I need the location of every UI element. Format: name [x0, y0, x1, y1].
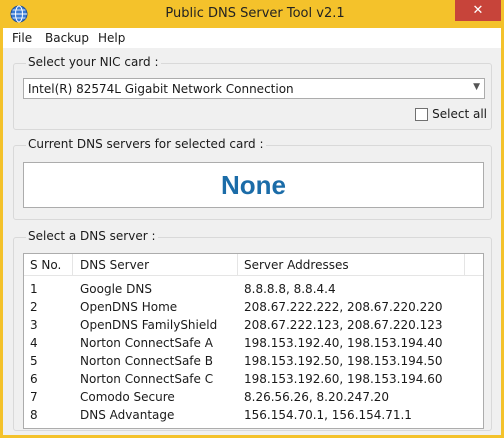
row-server-addresses: 198.153.192.50, 198.153.194.50: [244, 354, 443, 368]
close-icon: ✕: [472, 3, 484, 18]
close-button[interactable]: ✕: [455, 0, 501, 21]
current-dns-display: None: [23, 162, 484, 208]
row-sno: 2: [30, 300, 38, 314]
nic-group: Select your NIC card : Intel(R) 82574L G…: [13, 55, 492, 130]
row-dns-server: OpenDNS Home: [80, 300, 178, 314]
row-server-addresses: 8.26.56.26, 8.20.247.20: [244, 390, 390, 404]
column-header-dns-server[interactable]: DNS Server: [80, 258, 149, 272]
table-row[interactable]: 5 Norton ConnectSafe B 198.153.192.50, 198…: [24, 352, 483, 370]
row-sno: 4: [30, 336, 38, 350]
row-server-addresses: 156.154.70.1, 156.154.71.1: [244, 408, 412, 422]
row-sno: 1: [30, 282, 38, 296]
dns-list-label: Select a DNS server :: [26, 229, 158, 243]
row-sno: 6: [30, 372, 38, 386]
row-server-addresses: 208.67.222.222, 208.67.220.220: [244, 300, 443, 314]
row-server-addresses: 8.8.8.8, 8.8.4.4: [244, 282, 336, 296]
dns-server-list[interactable]: S No. DNS Server Server Addresses 1 Googl…: [23, 253, 484, 429]
row-dns-server: DNS Advantage: [80, 408, 175, 422]
menu-bar: File Backup Help: [3, 28, 501, 48]
select-all-checkbox[interactable]: [415, 107, 429, 121]
chevron-down-icon[interactable]: ▼: [473, 82, 480, 92]
app-window: Public DNS Server Tool v2.1 ✕ File Backu…: [0, 0, 504, 438]
column-separator[interactable]: [72, 254, 73, 276]
select-all-control[interactable]: Select all: [415, 106, 487, 122]
table-row[interactable]: 3 OpenDNS FamilyShield 208.67.222.123, 208…: [24, 316, 483, 334]
row-dns-server: Norton ConnectSafe A: [80, 336, 213, 350]
row-server-addresses: 198.153.192.40, 198.153.194.40: [244, 336, 443, 350]
menu-help[interactable]: Help: [98, 31, 125, 45]
row-server-addresses: 208.67.222.123, 208.67.220.123: [244, 318, 443, 332]
nic-select[interactable]: Intel(R) 82574L Gigabit Network Connecti…: [23, 78, 485, 99]
row-sno: 3: [30, 318, 38, 332]
row-dns-server: Comodo Secure: [80, 390, 175, 404]
table-row[interactable]: 2 OpenDNS Home 208.67.222.222, 208.67.220.…: [24, 298, 483, 316]
column-separator[interactable]: [237, 254, 238, 276]
row-sno: 7: [30, 390, 38, 404]
table-row[interactable]: 4 Norton ConnectSafe A 198.153.192.40, 198…: [24, 334, 483, 352]
row-sno: 5: [30, 354, 38, 368]
row-dns-server: OpenDNS FamilyShield: [80, 318, 218, 332]
column-header-sno[interactable]: S No.: [30, 258, 61, 272]
list-header: S No. DNS Server Server Addresses: [24, 254, 483, 276]
table-row[interactable]: 7 Comodo Secure 8.26.56.26, 8.20.247.20: [24, 388, 483, 406]
nic-selected-value: Intel(R) 82574L Gigabit Network Connecti…: [28, 82, 294, 96]
table-row[interactable]: 1 Google DNS 8.8.8.8, 8.8.4.4: [24, 280, 483, 298]
row-dns-server: Google DNS: [80, 282, 152, 296]
dns-list-group: Select a DNS server : S No. DNS Server S…: [13, 229, 492, 431]
column-header-server-addresses[interactable]: Server Addresses: [244, 258, 349, 272]
row-sno: 8: [30, 408, 38, 422]
nic-group-label: Select your NIC card :: [26, 55, 161, 69]
menu-backup[interactable]: Backup: [45, 31, 89, 45]
window-title: Public DNS Server Tool v2.1: [165, 6, 345, 21]
menu-file[interactable]: File: [12, 31, 32, 45]
current-dns-label: Current DNS servers for selected card :: [26, 137, 266, 151]
select-all-label: Select all: [432, 107, 487, 121]
table-row[interactable]: 6 Norton ConnectSafe C 198.153.192.60, 198…: [24, 370, 483, 388]
title-bar[interactable]: Public DNS Server Tool v2.1 ✕: [3, 0, 504, 28]
current-dns-value: None: [221, 169, 286, 200]
row-dns-server: Norton ConnectSafe C: [80, 372, 214, 386]
column-separator[interactable]: [464, 254, 465, 276]
table-row[interactable]: 8 DNS Advantage 156.154.70.1, 156.154.71.1: [24, 406, 483, 424]
row-dns-server: Norton ConnectSafe B: [80, 354, 213, 368]
row-server-addresses: 198.153.192.60, 198.153.194.60: [244, 372, 443, 386]
current-dns-group: Current DNS servers for selected card : …: [13, 137, 492, 220]
